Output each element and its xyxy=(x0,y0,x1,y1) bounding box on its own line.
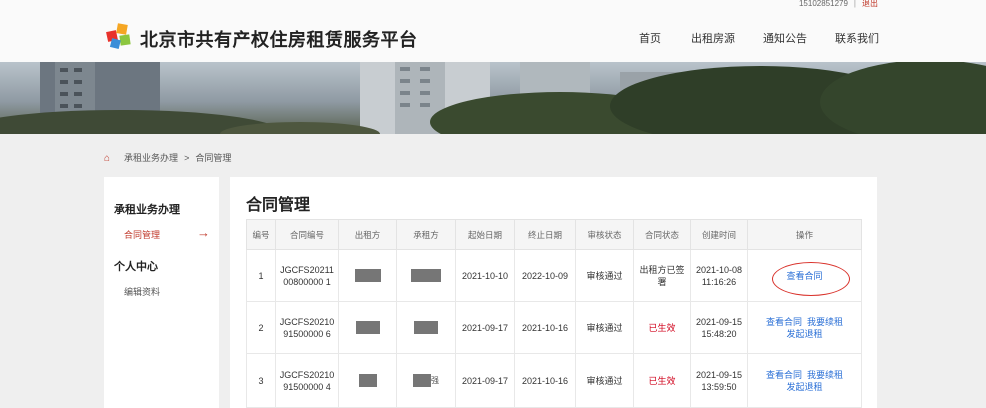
renew-lease-link[interactable]: 我要续租 xyxy=(807,370,843,380)
main-nav: 首页 出租房源 通知公告 联系我们 xyxy=(0,30,986,46)
col-header-created: 创建时间 xyxy=(690,219,748,250)
col-header-start: 起始日期 xyxy=(455,219,515,250)
table-row: 2 JGCFS2021091500000 6 2021-09-17 2021-1… xyxy=(246,301,862,354)
cell-actions: 查看合同 我要续租 发起退租 xyxy=(747,353,862,408)
col-header-end: 终止日期 xyxy=(514,219,576,250)
sidebar: 承租业务办理 合同管理 → 个人中心 编辑资料 xyxy=(104,177,219,408)
breadcrumb-separator: > xyxy=(184,153,190,163)
view-contract-link[interactable]: 查看合同 xyxy=(766,370,802,380)
col-header-no: 编号 xyxy=(246,219,276,250)
cell-lessee xyxy=(396,249,456,302)
cell-created: 2021-09-15 13:59:50 xyxy=(690,353,748,408)
col-header-actions: 操作 xyxy=(747,219,862,250)
sidebar-item-edit-profile[interactable]: 编辑资料 xyxy=(124,285,160,298)
sidebar-item-contracts[interactable]: 合同管理 xyxy=(124,228,160,241)
cell-end: 2022-10-09 xyxy=(514,249,576,302)
top-header: 15102851279 | 退出 北京市共有产权住房租赁服务平台 首页 出租房源 通… xyxy=(0,0,986,62)
cell-lessor xyxy=(338,249,397,302)
cell-created: 2021-09-15 15:48:20 xyxy=(690,301,748,354)
cell-audit: 审核通过 xyxy=(575,249,634,302)
breadcrumb-current: 合同管理 xyxy=(195,153,232,163)
col-header-lessor: 出租方 xyxy=(338,219,397,250)
nav-listings[interactable]: 出租房源 xyxy=(691,30,735,46)
cell-start: 2021-10-10 xyxy=(455,249,515,302)
highlight-circle: 查看合同 xyxy=(772,261,851,296)
main-panel: 合同管理 编号 合同编号 出租方 承租方 起始日期 终止日期 审核状态 合同状态… xyxy=(230,177,877,408)
redacted-name xyxy=(358,374,377,388)
terminate-lease-link[interactable]: 发起退租 xyxy=(786,382,822,392)
nav-contact[interactable]: 联系我们 xyxy=(835,30,879,46)
redacted-name xyxy=(411,269,441,283)
logout-link[interactable]: 退出 xyxy=(862,0,878,8)
table-row: 1 JGCFS2021100800000 1 2021-10-10 2022-1… xyxy=(246,249,862,302)
view-contract-link[interactable]: 查看合同 xyxy=(766,317,802,327)
breadcrumb: ⌂ 承租业务办理 > 合同管理 xyxy=(104,152,231,164)
table-row: 3 JGCFS2021091500000 4 强 2021-09-17 2021… xyxy=(246,353,862,408)
sidebar-group-personal: 个人中心 xyxy=(114,261,158,273)
cell-audit: 审核通过 xyxy=(575,353,634,408)
user-phone: 15102851279 xyxy=(798,0,848,8)
user-strip: 15102851279 | 退出 xyxy=(799,0,878,10)
cell-status: 已生效 xyxy=(633,353,691,408)
cell-lessee: 强 xyxy=(396,353,456,408)
cell-actions: 查看合同 xyxy=(747,249,862,302)
cell-end: 2021-10-16 xyxy=(514,301,576,354)
redacted-name xyxy=(414,321,438,335)
col-header-code: 合同编号 xyxy=(275,219,339,250)
cell-code: JGCFS2021100800000 1 xyxy=(275,249,339,302)
renew-lease-link[interactable]: 我要续租 xyxy=(807,317,843,327)
banner-buildings-illustration xyxy=(0,62,986,134)
page-title: 合同管理 xyxy=(246,197,311,214)
cell-lessor xyxy=(338,301,397,354)
cell-code: JGCFS2021091500000 4 xyxy=(275,353,339,408)
nav-notices[interactable]: 通知公告 xyxy=(763,30,807,46)
red-circle-annotation xyxy=(772,261,851,296)
cell-lessor xyxy=(338,353,397,408)
cell-actions: 查看合同 我要续租 发起退租 xyxy=(747,301,862,354)
cell-status: 已生效 xyxy=(633,301,691,354)
cell-lessee xyxy=(396,301,456,354)
cell-code: JGCFS2021091500000 6 xyxy=(275,301,339,354)
redacted-name xyxy=(355,321,380,335)
lessee-name-suffix: 强 xyxy=(431,375,439,385)
user-strip-separator: | xyxy=(853,0,856,8)
breadcrumb-section[interactable]: 承租业务办理 xyxy=(124,153,178,163)
home-icon[interactable]: ⌂ xyxy=(104,153,110,164)
col-header-status: 合同状态 xyxy=(633,219,691,250)
cell-no: 2 xyxy=(246,301,276,354)
cell-created: 2021-10-08 11:16:26 xyxy=(690,249,748,302)
col-header-lessee: 承租方 xyxy=(396,219,456,250)
table-header-row: 编号 合同编号 出租方 承租方 起始日期 终止日期 审核状态 合同状态 创建时间… xyxy=(246,219,862,250)
cell-audit: 审核通过 xyxy=(575,301,634,354)
arrow-right-icon: → xyxy=(197,225,210,240)
cell-no: 1 xyxy=(246,249,276,302)
cell-start: 2021-09-17 xyxy=(455,301,515,354)
col-header-audit: 审核状态 xyxy=(575,219,634,250)
contract-table: 编号 合同编号 出租方 承租方 起始日期 终止日期 审核状态 合同状态 创建时间… xyxy=(246,219,862,408)
redacted-name xyxy=(413,374,431,388)
cell-status: 出租方已签署 xyxy=(633,249,691,302)
cell-end: 2021-10-16 xyxy=(514,353,576,408)
terminate-lease-link[interactable]: 发起退租 xyxy=(786,329,822,339)
sidebar-group-business: 承租业务办理 xyxy=(114,204,180,216)
nav-home[interactable]: 首页 xyxy=(639,30,661,46)
redacted-name xyxy=(354,269,381,283)
hero-banner-image xyxy=(0,62,986,134)
cell-start: 2021-09-17 xyxy=(455,353,515,408)
cell-no: 3 xyxy=(246,353,276,408)
